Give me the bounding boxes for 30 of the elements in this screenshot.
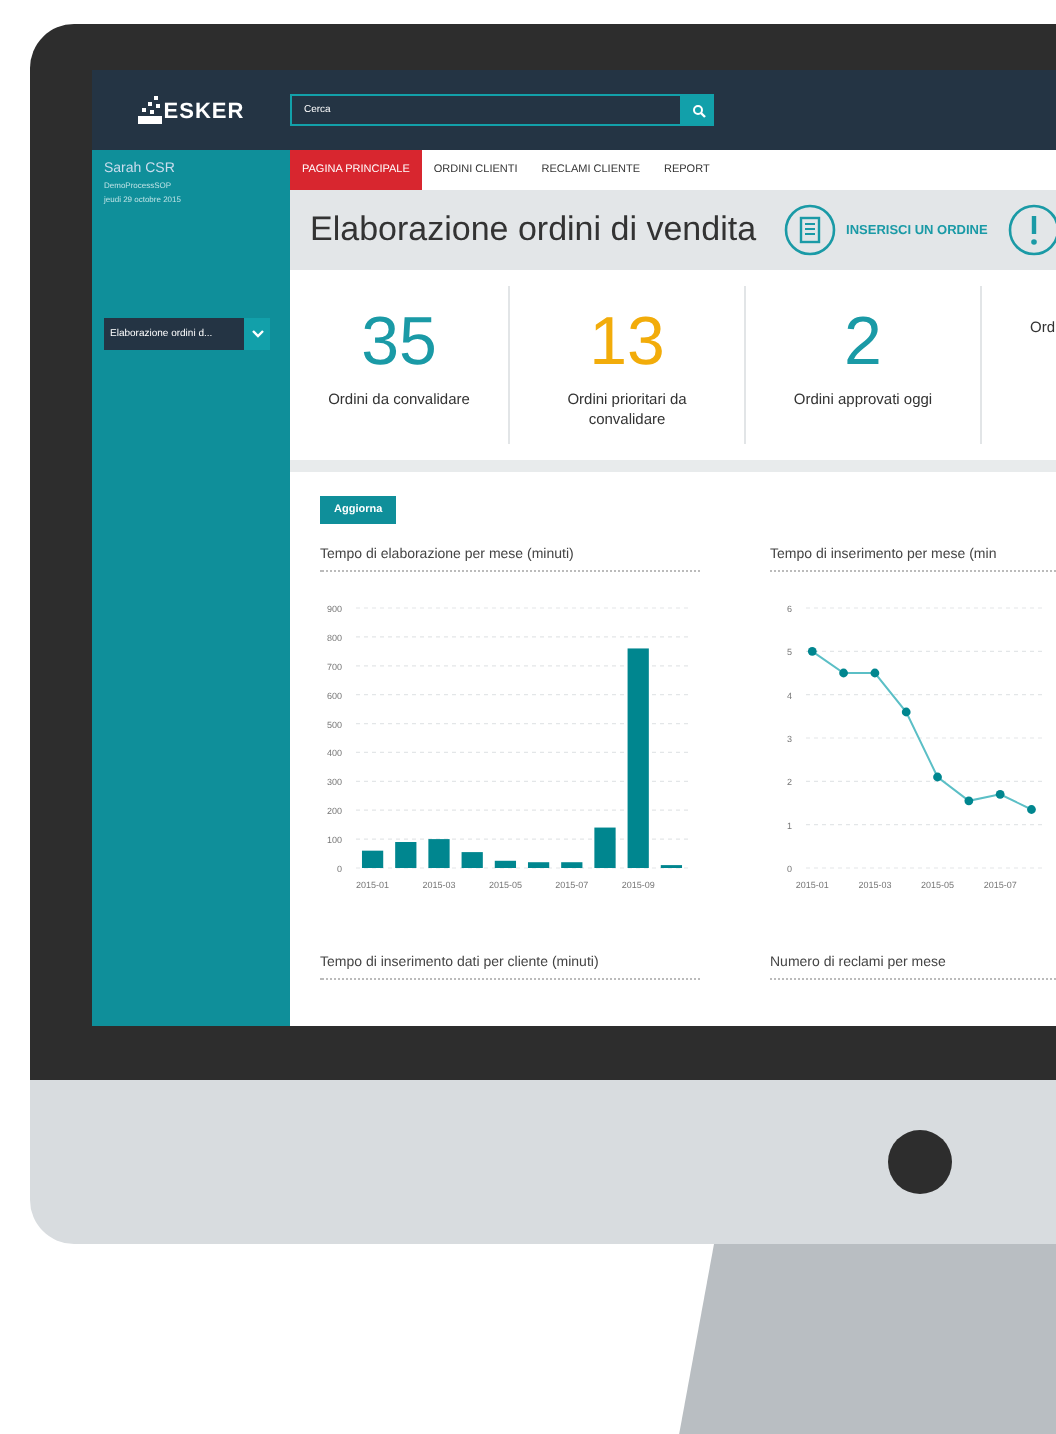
dots-icon xyxy=(137,96,162,124)
document-icon xyxy=(784,204,837,256)
chart-bar xyxy=(395,842,417,868)
search-icon xyxy=(691,103,705,117)
chart-bar xyxy=(428,839,450,868)
alert-icon xyxy=(1007,204,1056,256)
search-button[interactable] xyxy=(682,94,714,126)
action-button[interactable] xyxy=(1007,204,1056,256)
kpi-value: 13 xyxy=(589,306,665,378)
dropdown-button[interactable] xyxy=(244,318,270,350)
camera-icon xyxy=(888,1130,952,1194)
chart-bar xyxy=(461,852,483,868)
chart-bar xyxy=(594,827,616,868)
chart-bar xyxy=(362,850,384,868)
page-title: Elaborazione ordini di vendita xyxy=(310,210,757,250)
chart-bar xyxy=(528,862,550,868)
chart-point xyxy=(995,789,1005,799)
chart-point xyxy=(933,772,942,782)
logo: ESKER xyxy=(163,100,245,124)
kpi-value: 2 xyxy=(844,306,882,378)
chart-bar xyxy=(494,860,516,868)
chart-point xyxy=(964,796,974,806)
chart-point xyxy=(839,668,848,678)
chevron-down-icon xyxy=(251,330,263,338)
chart-bar xyxy=(561,862,583,868)
kpi-value: 35 xyxy=(361,306,437,378)
chart-point xyxy=(1027,805,1036,814)
chart-point xyxy=(870,668,880,678)
chart-point xyxy=(901,707,911,717)
chart-point xyxy=(807,646,817,656)
